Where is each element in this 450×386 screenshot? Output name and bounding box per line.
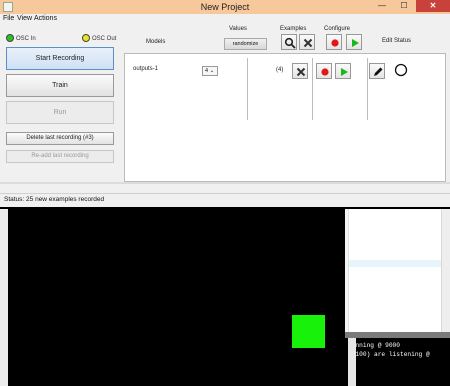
current-line-highlight <box>349 260 441 267</box>
edit-status-header: Edit Status <box>382 38 412 44</box>
record-icon <box>321 68 329 76</box>
search-examples-button[interactable] <box>281 34 297 50</box>
randomize-button[interactable]: randomize <box>224 38 267 50</box>
run-button[interactable]: Run <box>6 101 114 124</box>
play-icon <box>341 68 348 76</box>
configure-header: Configure <box>324 26 351 32</box>
play-all-button[interactable] <box>346 34 362 50</box>
status-divider <box>0 182 450 184</box>
x-icon <box>303 38 313 48</box>
console-output: running @ 9000 8.100) are listening @ <box>345 338 450 386</box>
osc-in-led-icon <box>6 34 14 42</box>
chevron-down-icon: ⌄ <box>209 68 215 74</box>
search-icon <box>284 37 296 49</box>
play-icon <box>352 39 359 47</box>
green-square <box>292 315 325 348</box>
osc-in-indicator: OSC In <box>6 34 36 42</box>
model-name: outputs-1 <box>133 66 159 72</box>
record-all-button[interactable] <box>326 34 342 50</box>
delete-last-recording-button[interactable]: Delete last recording (#3) <box>6 132 114 145</box>
menu-view[interactable]: View <box>17 15 32 22</box>
x-icon <box>296 67 306 77</box>
menu-actions[interactable]: Actions <box>34 15 57 22</box>
models-header: Models <box>146 39 166 45</box>
close-button[interactable]: ✕ <box>416 0 450 12</box>
column-divider <box>312 58 313 120</box>
examples-header: Examples <box>280 26 307 32</box>
edit-model-button[interactable] <box>369 63 385 79</box>
values-header: Values <box>229 26 247 32</box>
train-button[interactable]: Train <box>6 74 114 97</box>
readd-last-recording-button[interactable]: Re-add last recording <box>6 150 114 163</box>
status-circle-icon <box>394 63 408 77</box>
osc-in-label: OSC In <box>16 36 36 42</box>
model-type-value: 4 <box>205 68 209 74</box>
models-list: outputs-1 4 ⌄ (4) <box>124 53 446 182</box>
menu-file[interactable]: File <box>3 15 14 22</box>
record-model-button[interactable] <box>316 63 332 79</box>
console-line: 8.100) are listening @ <box>348 351 430 358</box>
console-scrollbar[interactable] <box>348 338 356 386</box>
delete-model-examples-button[interactable] <box>292 63 308 79</box>
osc-out-indicator: OSC Out <box>82 34 116 42</box>
model-type-select[interactable]: 4 ⌄ <box>202 66 218 76</box>
status-bar: Status: 25 new examples recorded <box>0 193 450 207</box>
example-count: (4) <box>276 67 284 73</box>
minimize-button[interactable]: — <box>371 0 393 12</box>
play-model-button[interactable] <box>335 63 351 79</box>
background-window <box>0 209 8 386</box>
menu-bar: File View Actions <box>0 14 450 25</box>
record-icon <box>331 39 339 47</box>
app-area: OSC In OSC Out Start Recording Train Run… <box>0 25 450 207</box>
editor-gutter <box>345 209 349 332</box>
osc-out-label: OSC Out <box>92 36 117 42</box>
code-editor[interactable] <box>345 209 450 332</box>
start-recording-button[interactable]: Start Recording <box>6 47 114 70</box>
output-canvas <box>8 209 345 386</box>
column-divider <box>367 58 368 120</box>
title-bar: New Project — ☐ ✕ <box>0 0 450 14</box>
editor-scrollbar[interactable] <box>441 209 450 332</box>
delete-all-examples-button[interactable] <box>299 34 315 50</box>
maximize-button[interactable]: ☐ <box>393 0 415 12</box>
pencil-icon <box>374 67 383 76</box>
osc-out-led-icon <box>82 34 90 42</box>
column-divider <box>247 58 248 120</box>
